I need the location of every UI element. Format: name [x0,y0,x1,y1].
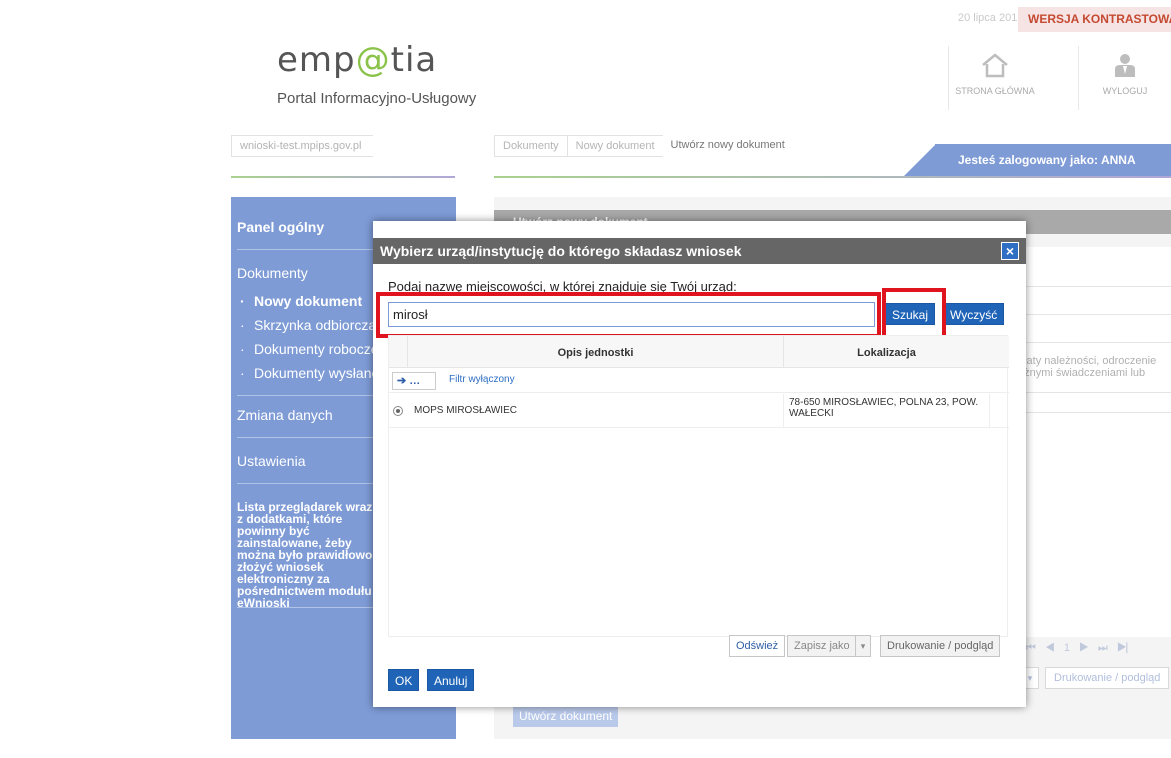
sidebar-browsers-link[interactable]: Lista przeglądarek wraz z dodatkami, któ… [237,501,377,609]
user-icon [1115,54,1135,77]
sidebar-settings[interactable]: Ustawienia [237,453,305,469]
column-header-description[interactable]: Opis jednostki [407,336,783,368]
decorative-line [494,176,1171,178]
filter-status: Filtr wyłączony [449,374,515,385]
home-icon [982,53,1008,78]
empatia-logo[interactable]: emp@tia [277,40,437,80]
filter-button-label: … [409,375,421,387]
main-content-area [1007,247,1171,637]
print-preview-button-bg[interactable]: Drukowanie / podgląd [1045,667,1170,689]
portal-subtitle: Portal Informacyjno-Usługowy [277,90,477,107]
breadcrumb-create-document: Utwórz nowy dokument [670,139,785,151]
row-divider [1007,342,1171,343]
document-description: płaty należności, odroczenie eżnymi świa… [1018,355,1157,379]
filter-arrow-icon: ➔ [397,375,407,387]
row-radio-button[interactable] [393,406,403,416]
chevron-down-icon[interactable]: ▾ [855,635,871,657]
logged-in-bar: Jesteś zalogowany jako: ANNA [935,144,1171,176]
header-divider [948,46,949,110]
logo-text-end: tia [390,40,438,80]
grid-header: Opis jednostki Lokalizacja [389,336,1009,368]
decorative-line [231,176,455,178]
ok-button[interactable]: OK [388,669,420,691]
office-location: 78-650 MIROSŁAWIEC, POLNA 23, POW. WAŁEC… [789,397,979,419]
dialog-title-bar: Wybierz urząd/instytucję do którego skła… [373,238,1026,264]
logo-at-sign: @ [355,40,391,80]
sidebar-item-drafts[interactable]: Dokumenty robocze [240,341,378,357]
dialog-title: Wybierz urząd/instytucję do którego skła… [380,243,742,259]
create-document-button[interactable]: Utwórz dokument [513,705,619,727]
refresh-button[interactable]: Odśwież [729,635,786,657]
row-divider [1007,286,1171,287]
row-divider [1007,412,1171,413]
cancel-button[interactable]: Anuluj [427,669,475,691]
office-grid: Opis jednostki Lokalizacja ➔ … Filtr wył… [388,335,1009,637]
home-link[interactable]: STRONA GŁÓWNA [955,52,1035,96]
highlight-search-input [376,292,881,338]
breadcrumb-new-document[interactable]: Nowy dokument [566,135,663,157]
breadcrumb-documents[interactable]: Dokumenty [494,135,567,157]
sidebar-change-data[interactable]: Zmiana danych [237,407,333,423]
header-divider [1078,46,1079,110]
filter-button[interactable]: ➔ … [392,372,436,390]
current-date: 20 lipca 2017 [958,12,1024,24]
site-breadcrumb[interactable]: wnioski-test.mpips.gov.pl [231,135,374,157]
breadcrumb: Dokumenty Nowy dokument Utwórz nowy doku… [494,135,793,157]
table-row[interactable]: MOPS MIROSŁAWIEC 78-650 MIROSŁAWIEC, POL… [389,394,1009,428]
save-as-button[interactable]: Zapisz jako [787,635,857,657]
close-icon[interactable]: × [1001,242,1019,260]
cell-divider [783,394,784,428]
column-header-location[interactable]: Lokalizacja [783,336,989,368]
row-divider [1007,314,1171,315]
sidebar-item-new-document[interactable]: Nowy dokument [240,293,362,309]
pagination[interactable]: ⏮ ◀ 1 ▶ ⏭ ▶⎸ [1026,642,1138,655]
cell-divider [989,394,990,428]
logout-link[interactable]: WYLOGUJ [1085,52,1165,96]
logged-bar-wedge [904,144,936,176]
sidebar-item-sent[interactable]: Dokumenty wysłane [240,365,379,381]
sidebar-documents[interactable]: Dokumenty [237,265,308,281]
row-divider [1007,392,1171,393]
contrast-version-button[interactable]: WERSJA KONTRASTOWA [1018,7,1171,32]
sidebar-item-inbox[interactable]: Skrzynka odbiorcza [240,317,376,333]
logged-in-prefix: Jesteś zalogowany jako: [958,153,1101,167]
office-name: MOPS MIROSŁAWIEC [414,405,517,416]
filter-row: ➔ … Filtr wyłączony [389,369,1009,393]
logout-label: WYLOGUJ [1102,86,1148,96]
sidebar-panel-title[interactable]: Panel ogólny [237,219,324,235]
home-label: STRONA GŁÓWNA [955,86,1035,96]
logged-in-user: ANNA [1100,153,1136,167]
print-preview-button[interactable]: Drukowanie / podgląd [880,635,1001,657]
select-office-dialog: Wybierz urząd/instytucję do którego skła… [373,221,1026,707]
logo-text-start: emp [277,40,356,80]
clear-button[interactable]: Wyczyść [943,303,1005,325]
